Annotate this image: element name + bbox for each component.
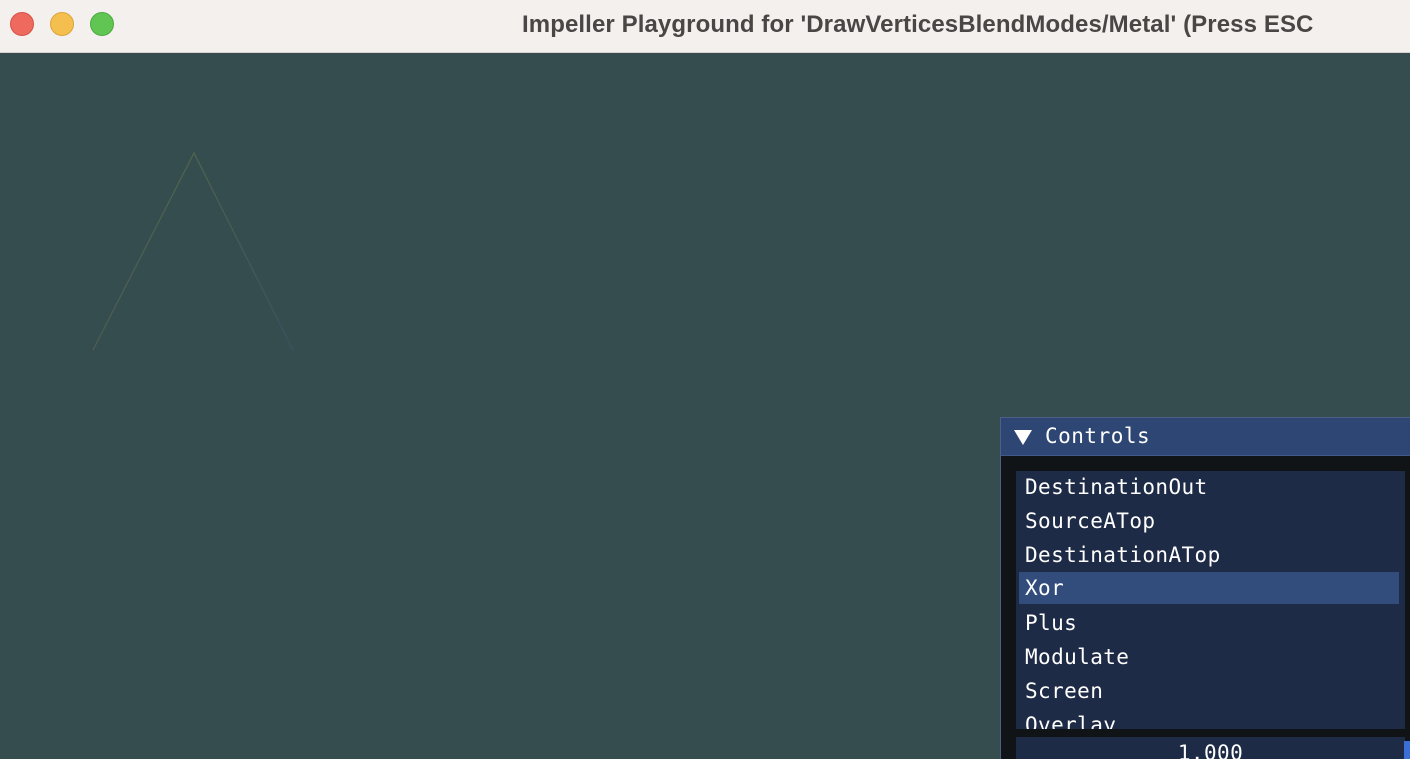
list-item-xor[interactable]: Xor xyxy=(1019,572,1399,604)
panel-scrollbar-grip[interactable] xyxy=(1404,741,1410,759)
list-item-modulate[interactable]: Modulate xyxy=(1019,641,1399,673)
list-item-destination-out[interactable]: DestinationOut xyxy=(1019,471,1399,503)
controls-panel: Controls DestinationOut SourceATop Desti… xyxy=(1000,417,1410,759)
controls-header[interactable]: Controls xyxy=(1001,418,1410,456)
list-item-screen[interactable]: Screen xyxy=(1019,675,1399,707)
value-slider[interactable]: 1.000 xyxy=(1016,737,1405,759)
slider-value: 1.000 xyxy=(1177,741,1244,759)
window-title: Impeller Playground for 'DrawVerticesBle… xyxy=(522,11,1314,38)
triangle-down-icon[interactable] xyxy=(1014,430,1032,445)
list-item-source-atop[interactable]: SourceATop xyxy=(1019,505,1399,537)
maximize-button[interactable] xyxy=(90,12,114,36)
list-item-destination-atop[interactable]: DestinationATop xyxy=(1019,539,1399,571)
playground-window: Impeller Playground for 'DrawVerticesBle… xyxy=(0,0,1410,759)
close-button[interactable] xyxy=(10,12,34,36)
drawn-triangle-outline xyxy=(92,151,294,351)
list-item-overlay[interactable]: Overlay xyxy=(1019,709,1399,729)
controls-title: Controls xyxy=(1045,424,1151,448)
list-item-plus[interactable]: Plus xyxy=(1019,607,1399,639)
blend-mode-listbox[interactable]: DestinationOut SourceATop DestinationATo… xyxy=(1016,471,1405,729)
minimize-button[interactable] xyxy=(50,12,74,36)
title-bar: Impeller Playground for 'DrawVerticesBle… xyxy=(0,0,1410,53)
